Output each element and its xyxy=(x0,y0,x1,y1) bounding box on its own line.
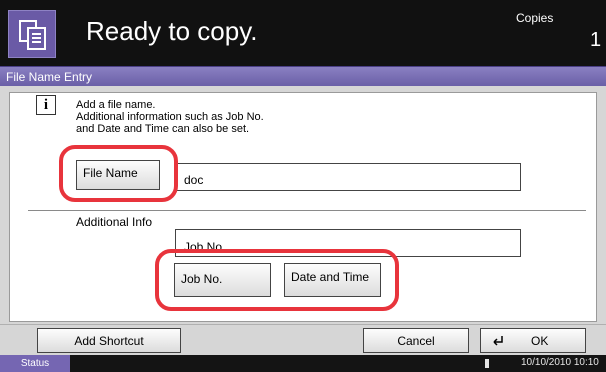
add-shortcut-label: Add Shortcut xyxy=(74,334,144,348)
ok-label: OK xyxy=(531,334,549,348)
divider xyxy=(28,210,586,211)
copies-label: Copies xyxy=(516,11,554,25)
info-text-line-1: Add a file name. xyxy=(76,99,156,111)
status-indicator-icon xyxy=(485,359,489,368)
copy-document-icon xyxy=(8,10,56,58)
add-shortcut-button[interactable]: Add Shortcut xyxy=(37,328,181,353)
status-bar: Status 10/10/2010 10:10 xyxy=(0,355,606,372)
info-text-line-3: and Date and Time can also be set. xyxy=(76,123,250,135)
panel-title: File Name Entry xyxy=(6,70,93,84)
enter-icon xyxy=(493,336,503,346)
buttons-highlight xyxy=(155,249,399,311)
screen: Ready to copy. Copies 1 File Name Entry … xyxy=(0,0,606,372)
datetime: 10/10/2010 10:10 xyxy=(521,357,599,368)
header: Ready to copy. Copies 1 xyxy=(0,0,606,66)
cancel-label: Cancel xyxy=(397,334,435,348)
copies-count: 1 xyxy=(590,29,602,51)
ok-button[interactable]: OK xyxy=(480,328,586,353)
info-icon: i xyxy=(36,95,56,115)
file-name-value: doc xyxy=(184,173,204,187)
panel-titlebar: File Name Entry xyxy=(0,66,606,86)
status-title: Ready to copy. xyxy=(86,16,258,46)
additional-info-label: Additional Info xyxy=(76,215,153,229)
cancel-button[interactable]: Cancel xyxy=(363,328,469,353)
status-button[interactable]: Status xyxy=(0,355,70,372)
file-name-field[interactable]: doc xyxy=(175,163,521,191)
file-name-highlight xyxy=(59,145,178,202)
info-text-line-2: Additional information such as Job No. xyxy=(76,111,264,123)
